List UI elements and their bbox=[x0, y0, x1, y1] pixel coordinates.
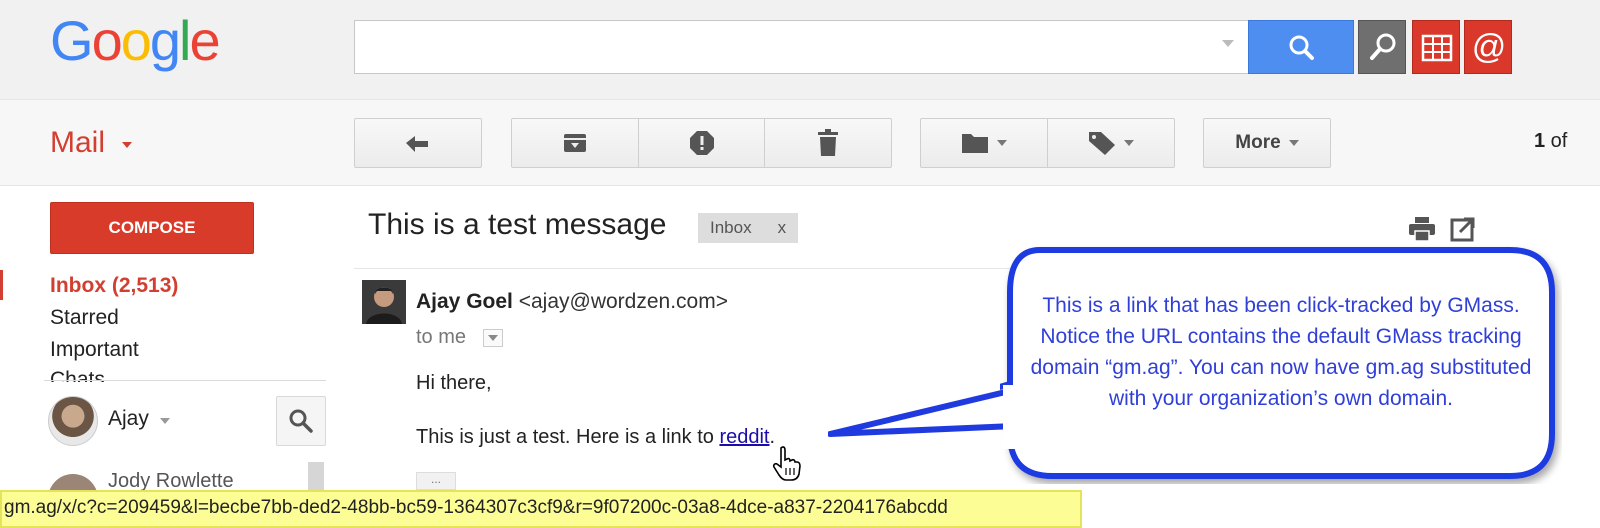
logo-letter-e: e bbox=[189, 9, 220, 72]
label-tag-icon bbox=[1089, 132, 1115, 155]
logo-letter-o1: o bbox=[91, 9, 123, 72]
trash-icon bbox=[818, 129, 838, 156]
chevron-down-icon bbox=[997, 140, 1007, 146]
folder-icon bbox=[962, 134, 988, 153]
logo-letter-l: l bbox=[179, 9, 192, 72]
chevron-down-icon bbox=[1288, 140, 1299, 146]
sender-avatar[interactable] bbox=[362, 280, 406, 324]
delete-button[interactable] bbox=[764, 118, 892, 168]
mail-app-switcher[interactable]: Mail bbox=[50, 126, 105, 160]
back-button[interactable] bbox=[354, 118, 482, 168]
show-trimmed-content-button[interactable]: ... bbox=[416, 472, 456, 490]
message-body-greeting: Hi there, bbox=[416, 372, 492, 394]
label-chip-inbox[interactable]: Inbox x bbox=[698, 213, 799, 243]
magnifier-extension-button[interactable] bbox=[1358, 20, 1406, 74]
label-chip-text: Inbox bbox=[710, 218, 752, 237]
archive-icon bbox=[564, 134, 586, 152]
new-window-button[interactable] bbox=[1450, 216, 1476, 247]
callout-pointer-mask bbox=[1003, 385, 1019, 449]
more-button[interactable]: More bbox=[1203, 118, 1331, 168]
recipient-label: to me bbox=[416, 326, 467, 348]
logo-letter-g: G bbox=[50, 9, 94, 72]
google-logo[interactable]: Google bbox=[50, 8, 221, 73]
sidebar-item-important[interactable]: Important bbox=[50, 338, 139, 362]
body-text: This is just a test. Here is a link to bbox=[416, 426, 720, 448]
archive-button[interactable] bbox=[511, 118, 639, 168]
search-icon bbox=[1289, 35, 1314, 60]
hand-cursor-icon bbox=[772, 446, 802, 487]
gmass-extension-button[interactable]: @ bbox=[1464, 20, 1512, 74]
pagination-counter: 1 of bbox=[1534, 130, 1567, 153]
reply-icon bbox=[406, 136, 428, 152]
logo-letter-g2: g bbox=[149, 9, 181, 72]
move-to-button[interactable] bbox=[920, 118, 1048, 168]
message-body-line: This is just a test. Here is a link to r… bbox=[416, 426, 775, 449]
report-spam-icon bbox=[689, 131, 714, 155]
gmass-at-icon: @ bbox=[1472, 28, 1507, 66]
counter-rest: of bbox=[1545, 130, 1568, 152]
compose-button[interactable]: COMPOSE bbox=[50, 202, 254, 254]
print-icon bbox=[1409, 217, 1435, 242]
report-spam-button[interactable] bbox=[638, 118, 765, 168]
new-window-icon bbox=[1450, 217, 1475, 242]
logo-letter-o2: o bbox=[120, 9, 152, 72]
print-button[interactable] bbox=[1408, 216, 1436, 247]
link-status-url: gm.ag/x/c?c=209459&l=becbe7bb-ded2-48bb-… bbox=[0, 490, 1082, 528]
sidebar-item-inbox[interactable]: Inbox (2,513) bbox=[50, 274, 178, 298]
divider bbox=[44, 380, 326, 381]
chevron-down-icon[interactable] bbox=[160, 418, 170, 424]
active-folder-indicator bbox=[0, 270, 3, 300]
callout-text: This is a link that has been click-track… bbox=[1030, 294, 1532, 410]
spreadsheet-extension-icon bbox=[1421, 34, 1453, 62]
hangouts-search-button[interactable] bbox=[276, 396, 326, 446]
chevron-down-icon bbox=[488, 335, 498, 341]
search-button[interactable] bbox=[1248, 20, 1354, 74]
chevron-down-icon[interactable] bbox=[122, 142, 132, 148]
svg-text:@: @ bbox=[1472, 28, 1507, 66]
avatar bbox=[362, 280, 406, 324]
magnifier-extension-icon bbox=[1370, 33, 1396, 60]
scrollbar[interactable] bbox=[308, 462, 324, 492]
sidebar-item-starred[interactable]: Starred bbox=[50, 306, 119, 330]
labels-button[interactable] bbox=[1047, 118, 1175, 168]
search-icon bbox=[289, 409, 313, 433]
counter-current: 1 bbox=[1534, 130, 1546, 152]
divider bbox=[354, 268, 1054, 269]
sender-name[interactable]: Ajay Goel bbox=[416, 290, 513, 313]
sender-email: <ajay@wordzen.com> bbox=[518, 290, 728, 313]
sender-line: Ajay Goel <ajay@wordzen.com> bbox=[416, 290, 728, 314]
reddit-link[interactable]: reddit bbox=[719, 426, 769, 448]
search-input[interactable] bbox=[354, 20, 1250, 74]
body-suffix: . bbox=[769, 426, 776, 448]
spreadsheet-extension-button[interactable] bbox=[1412, 20, 1460, 74]
callout-pointer bbox=[828, 387, 1017, 437]
search-options-caret-icon[interactable] bbox=[1222, 40, 1234, 47]
message-subject: This is a test message bbox=[368, 208, 667, 241]
hangouts-user-name[interactable]: Ajay bbox=[108, 407, 149, 431]
more-label: More bbox=[1235, 132, 1281, 153]
show-details-button[interactable] bbox=[483, 329, 503, 347]
avatar[interactable] bbox=[48, 396, 98, 446]
label-chip-remove[interactable]: x bbox=[778, 218, 787, 238]
chevron-down-icon bbox=[1124, 140, 1134, 146]
